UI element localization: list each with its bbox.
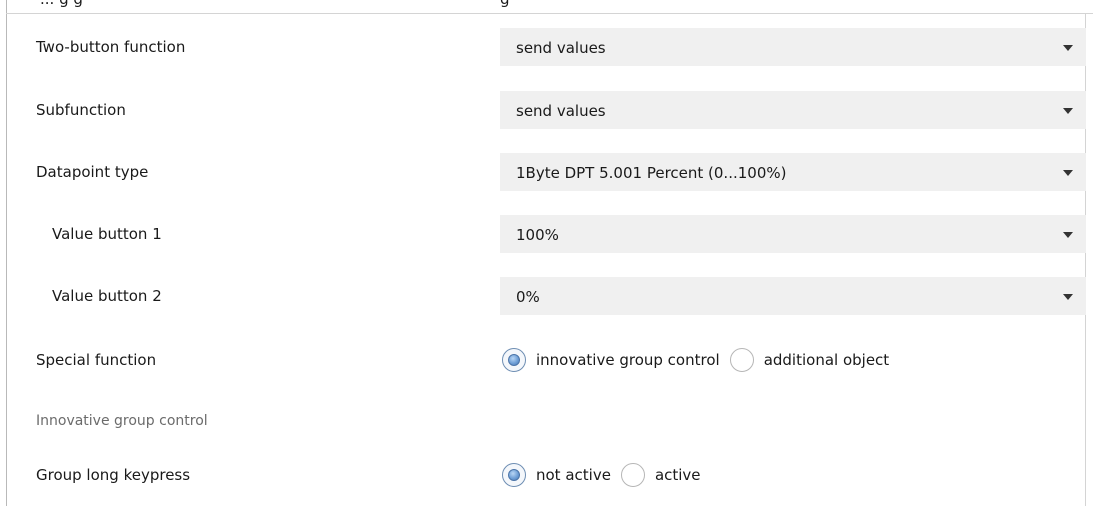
chevron-down-icon[interactable]	[1063, 232, 1073, 238]
two-button-function-select[interactable]: send values	[500, 28, 1086, 66]
radio-label: additional object	[763, 351, 890, 369]
value-button-2-value: 0%	[516, 288, 540, 306]
group-long-keypress-label: Group long keypress	[36, 466, 191, 484]
section-heading: Innovative group control	[36, 413, 208, 429]
special-function-radio-group: innovative group control additional obje…	[502, 336, 899, 384]
group-long-keypress-radio-group: not active active	[502, 451, 711, 499]
row-special-function: Special function innovative group contro…	[0, 336, 1093, 384]
value-button-1-select[interactable]: 100%	[500, 215, 1086, 253]
value-button-1-label: Value button 1	[52, 225, 162, 243]
row-innovative-group-control-section: Innovative group control	[0, 397, 1093, 445]
radio-innovative-group-control[interactable]: innovative group control	[502, 348, 720, 372]
value-button-1-value: 100%	[516, 226, 559, 244]
radio-circle-icon[interactable]	[502, 463, 526, 487]
radio-label: not active	[536, 466, 611, 484]
subfunction-value: send values	[516, 102, 606, 120]
datapoint-type-value: 1Byte DPT 5.001 Percent (0...100%)	[516, 164, 787, 182]
radio-active[interactable]: active	[620, 463, 701, 487]
two-button-function-label: Two-button function	[36, 38, 186, 56]
value-button-2-label: Value button 2	[52, 287, 162, 305]
special-function-label: Special function	[36, 351, 157, 369]
radio-additional-object[interactable]: additional object	[729, 348, 890, 372]
radio-circle-icon[interactable]	[729, 348, 754, 372]
value-button-2-select[interactable]: 0%	[500, 277, 1086, 315]
subfunction-select[interactable]: send values	[500, 91, 1086, 129]
radio-circle-icon[interactable]	[620, 463, 645, 487]
datapoint-type-label: Datapoint type	[36, 163, 149, 181]
radio-not-active[interactable]: not active	[502, 463, 611, 487]
cropped-header-right: g	[500, 0, 510, 8]
panel-top-border	[6, 13, 1093, 14]
subfunction-label: Subfunction	[36, 101, 126, 119]
row-group-long-keypress: Group long keypress not active active	[0, 451, 1093, 499]
cropped-header-text: ... g g g	[0, 0, 1093, 8]
radio-label: innovative group control	[536, 351, 720, 369]
row-value-button-1: Value button 1 100%	[0, 210, 1093, 258]
row-datapoint-type: Datapoint type 1Byte DPT 5.001 Percent (…	[0, 148, 1093, 196]
radio-circle-icon[interactable]	[502, 348, 526, 372]
row-subfunction: Subfunction send values	[0, 86, 1093, 134]
row-two-button-function: Two-button function send values	[0, 23, 1093, 71]
cropped-header-left: ... g g	[40, 0, 83, 8]
row-value-button-2: Value button 2 0%	[0, 272, 1093, 320]
chevron-down-icon[interactable]	[1063, 108, 1073, 114]
chevron-down-icon[interactable]	[1063, 45, 1073, 51]
chevron-down-icon[interactable]	[1063, 170, 1073, 176]
datapoint-type-select[interactable]: 1Byte DPT 5.001 Percent (0...100%)	[500, 153, 1086, 191]
radio-label: active	[654, 466, 701, 484]
chevron-down-icon[interactable]	[1063, 294, 1073, 300]
two-button-function-value: send values	[516, 39, 606, 57]
